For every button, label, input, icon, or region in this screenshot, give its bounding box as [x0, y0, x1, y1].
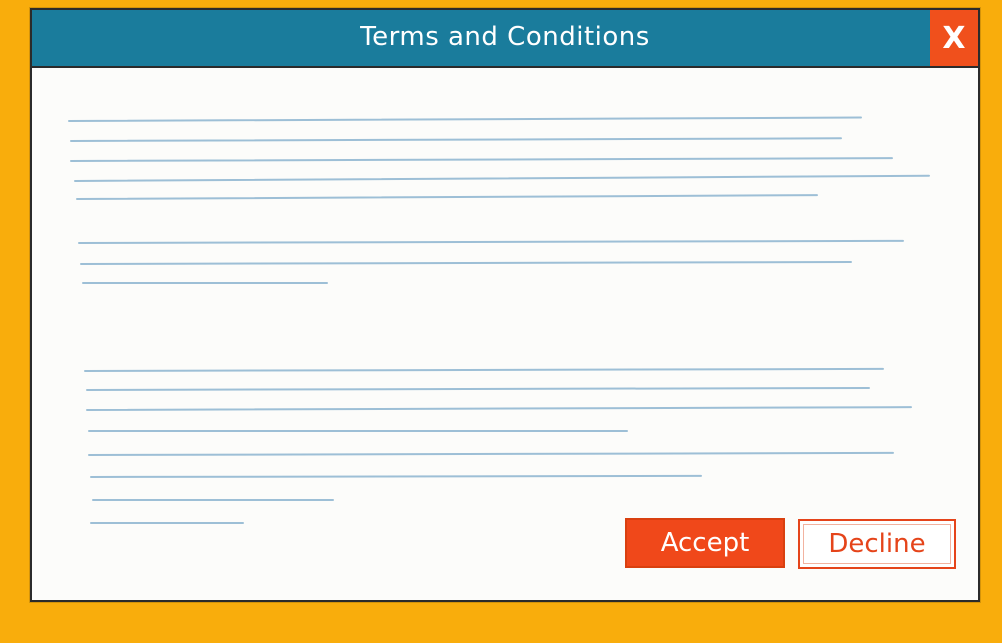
dialog-titlebar: Terms and Conditions X: [32, 10, 978, 68]
text-placeholder-line: [83, 367, 884, 372]
text-placeholder-line: [73, 174, 930, 182]
text-placeholder-line: [69, 157, 893, 162]
terms-dialog: Terms and Conditions X Accept Decline: [30, 8, 980, 602]
text-placeholder-line: [85, 386, 870, 391]
close-button[interactable]: X: [930, 10, 978, 66]
text-placeholder-line: [92, 499, 334, 501]
text-placeholder-line: [82, 282, 328, 284]
text-placeholder-line: [85, 406, 912, 411]
terms-content: Accept Decline: [32, 68, 978, 600]
text-placeholder-line: [87, 451, 894, 456]
decline-button[interactable]: Decline: [798, 519, 956, 569]
close-icon: X: [942, 20, 966, 56]
text-placeholder-line: [90, 522, 244, 524]
text-placeholder-line: [67, 116, 862, 122]
text-placeholder-line: [88, 430, 628, 432]
text-placeholder-line: [75, 194, 818, 200]
dialog-title: Terms and Conditions: [360, 22, 650, 52]
text-placeholder-line: [69, 137, 842, 142]
text-placeholder-line: [77, 239, 904, 244]
text-placeholder-line: [89, 474, 703, 478]
accept-button[interactable]: Accept: [625, 518, 785, 568]
text-placeholder-line: [79, 260, 853, 265]
